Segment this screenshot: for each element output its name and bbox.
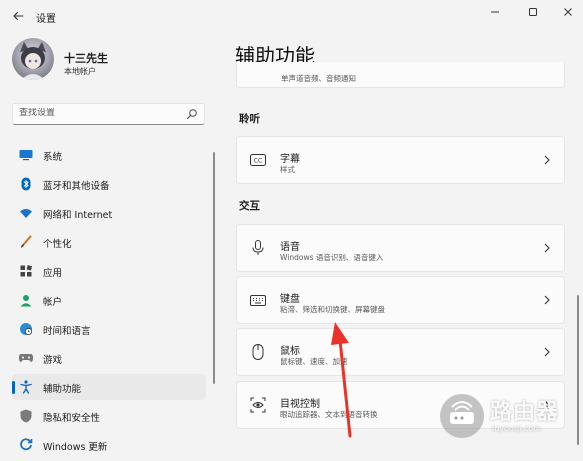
avatar	[12, 38, 54, 80]
search-input[interactable]	[19, 108, 179, 118]
sidebar-scrollbar[interactable]	[213, 152, 215, 384]
app-title: 设置	[36, 14, 56, 25]
apps-icon	[19, 264, 33, 278]
keyboard-card[interactable]: 键盘 粘滞、筛选和切换键、屏幕键盘	[236, 276, 565, 324]
person-icon	[19, 293, 33, 307]
card-title: 目视控制	[280, 399, 320, 410]
card-subtitle: 眼动追踪器、文本到语音转换	[280, 410, 378, 419]
sidebar-item-label: 蓝牙和其他设备	[43, 181, 110, 192]
bluetooth-icon	[19, 177, 33, 191]
card-subtitle: 样式	[280, 165, 295, 174]
sidebar-item-time-language[interactable]: 时间和语言	[12, 316, 206, 342]
wifi-icon	[19, 206, 33, 220]
sidebar-item-label: 帐户	[43, 297, 63, 308]
sidebar-item-label: 时间和语言	[43, 326, 91, 337]
captions-icon: CC	[249, 151, 267, 169]
sidebar-item-windows-update[interactable]: Windows 更新	[12, 432, 206, 458]
globe-clock-icon	[19, 322, 33, 336]
chevron-right-icon	[544, 243, 550, 253]
back-button[interactable]	[8, 6, 28, 26]
card-title: 字幕	[280, 154, 300, 165]
minimize-button[interactable]	[482, 3, 508, 21]
section-title-interaction: 交互	[239, 200, 260, 212]
update-icon	[19, 438, 33, 452]
mouse-card[interactable]: 鼠标 鼠标键、速度、加速	[236, 328, 565, 376]
sidebar-item-label: 个性化	[43, 239, 72, 250]
sidebar-item-accounts[interactable]: 帐户	[12, 287, 206, 313]
watermark-url: luyouqi.com	[492, 424, 541, 433]
speech-card[interactable]: 语音 Windows 语音识别、语音键入	[236, 224, 565, 272]
chevron-right-icon	[544, 295, 550, 305]
search-box[interactable]	[12, 103, 205, 125]
clipped-card-text: 单声道音频、音频通知	[281, 74, 356, 83]
section-title-hearing: 聆听	[239, 113, 260, 125]
sidebar-item-personalization[interactable]: 个性化	[12, 229, 206, 255]
chevron-right-icon	[544, 155, 550, 165]
clipped-card[interactable]: 单声道音频、音频通知	[236, 62, 565, 88]
sidebar-item-label: 应用	[43, 268, 63, 279]
card-subtitle: Windows 语音识别、语音键入	[280, 253, 384, 262]
title-bar: 设置	[0, 0, 583, 32]
close-icon	[564, 8, 572, 16]
watermark-text: 路由器	[490, 400, 560, 425]
brush-icon	[19, 235, 33, 249]
maximize-button[interactable]	[520, 3, 546, 21]
card-subtitle: 鼠标键、速度、加速	[280, 357, 348, 366]
sidebar-item-label: 辅助功能	[43, 384, 82, 395]
svg-text:CC: CC	[254, 158, 262, 165]
card-title: 语音	[280, 242, 300, 253]
sidebar-item-label: Windows 更新	[43, 442, 108, 453]
card-title: 鼠标	[280, 346, 300, 357]
sidebar-item-system[interactable]: 系统	[12, 142, 206, 168]
mouse-icon	[249, 343, 267, 361]
sidebar-item-label: 隐私和安全性	[43, 413, 101, 424]
accessibility-icon	[19, 380, 33, 394]
sidebar-item-apps[interactable]: 应用	[12, 258, 206, 284]
sidebar-item-accessibility[interactable]: 辅助功能	[12, 374, 206, 400]
captions-card[interactable]: CC 字幕 样式	[236, 136, 565, 184]
user-name: 十三先生	[64, 52, 108, 65]
monitor-icon	[19, 148, 33, 162]
minimize-icon	[491, 11, 499, 13]
sidebar-item-label: 网络和 Internet	[43, 210, 113, 221]
sidebar-item-privacy[interactable]: 隐私和安全性	[12, 403, 206, 429]
account-type: 本地帐户	[64, 67, 96, 76]
sidebar-item-network[interactable]: 网络和 Internet	[12, 200, 206, 226]
watermark: 路由器 luyouqi.com	[440, 392, 580, 452]
card-subtitle: 粘滞、筛选和切换键、屏幕键盘	[280, 305, 385, 314]
sidebar-item-label: 系统	[43, 152, 63, 163]
sidebar-item-bluetooth[interactable]: 蓝牙和其他设备	[12, 171, 206, 197]
back-arrow-icon	[13, 11, 24, 21]
eye-control-icon	[249, 396, 267, 414]
chevron-right-icon	[544, 347, 550, 357]
gamepad-icon	[19, 351, 33, 365]
close-button[interactable]	[555, 3, 581, 21]
sidebar-item-label: 游戏	[43, 355, 63, 366]
watermark-logo-icon	[440, 394, 484, 438]
microphone-icon	[249, 239, 267, 257]
sidebar-item-gaming[interactable]: 游戏	[12, 345, 206, 371]
search-icon[interactable]	[186, 108, 198, 120]
card-title: 键盘	[280, 294, 300, 305]
active-indicator	[12, 381, 15, 394]
maximize-icon	[529, 8, 537, 16]
keyboard-icon	[249, 291, 267, 309]
shield-icon	[19, 409, 33, 423]
